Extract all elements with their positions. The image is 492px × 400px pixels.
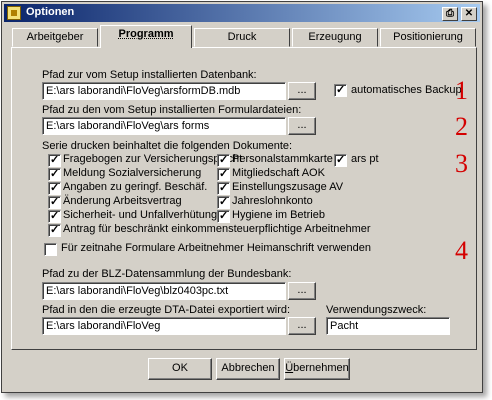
forms-browse-button[interactable]: ... (288, 117, 316, 135)
window-title: Optionen (26, 6, 75, 18)
doc-fragebogen-label: Fragebogen zur Versicherungspflicht (63, 153, 243, 165)
doc-hygiene-label: Hygiene im Betrieb (232, 209, 325, 221)
doc-antrag-label: Antrag für beschränkt einkommensteuerpfl… (63, 223, 371, 235)
annotation-3: 3 (455, 149, 468, 178)
doc-hygiene-checkbox[interactable] (217, 209, 230, 223)
blz-path-label: Pfad zu der BLZ-Datensammlung der Bundes… (42, 268, 292, 280)
doc-aenderung-label: Änderung Arbeitsvertrag (63, 195, 182, 207)
auto-backup-label: automatisches Backup (351, 84, 462, 96)
apply-accelerator: Ü (285, 362, 294, 374)
apply-label: bernehmen (293, 362, 349, 374)
doc-ars-pt-checkbox[interactable] (334, 153, 347, 167)
database-path-label: Pfad zur vom Setup installierten Datenba… (42, 69, 257, 81)
tab-programm[interactable]: Programm (100, 25, 192, 48)
heimanschrift-checkbox[interactable] (44, 243, 57, 256)
ok-button[interactable]: OK (148, 358, 212, 380)
title-bar[interactable]: Optionen ⎙ ✕ (4, 4, 480, 22)
doc-einstellungszusage-label: Einstellungszusage AV (232, 181, 344, 193)
options-dialog: Optionen ⎙ ✕ Arbeitgeber Programm Druck … (1, 1, 483, 393)
documents-label: Serie drucken beinhaltet die folgenden D… (42, 140, 293, 152)
doc-sicherheit-label: Sicherheit- und Unfallverhütung (63, 209, 218, 221)
cancel-button[interactable]: Abbrechen (216, 358, 280, 380)
doc-fragebogen-checkbox[interactable] (48, 153, 61, 167)
tab-positionierung[interactable]: Positionierung (380, 28, 476, 47)
dta-path-field[interactable]: E:\ars laborandi\FloVeg (42, 317, 286, 335)
database-browse-button[interactable]: ... (288, 82, 316, 100)
doc-ars-pt-label: ars pt (351, 153, 379, 165)
apply-button[interactable]: Übernehmen (284, 358, 350, 380)
doc-angaben-checkbox[interactable] (48, 181, 61, 195)
purpose-label: Verwendungszweck: (326, 304, 427, 316)
doc-sicherheit-checkbox[interactable] (48, 209, 61, 223)
doc-jahreslohnkonto-label: Jahreslohnkonto (232, 195, 313, 207)
blz-browse-button[interactable]: ... (288, 282, 316, 300)
dta-browse-button[interactable]: ... (288, 317, 316, 335)
auto-backup-checkbox[interactable] (334, 83, 347, 97)
print-icon[interactable]: ⎙ (442, 7, 458, 21)
doc-einstellungszusage-checkbox[interactable] (217, 181, 230, 195)
tab-arbeitgeber[interactable]: Arbeitgeber (12, 28, 98, 47)
annotation-4: 4 (455, 236, 468, 265)
database-path-field[interactable]: E:\ars laborandi\FloVeg\arsformDB.mdb (42, 82, 286, 100)
doc-antrag-checkbox[interactable] (48, 223, 61, 237)
tab-erzeugung[interactable]: Erzeugung (292, 28, 378, 47)
blz-path-field[interactable]: E:\ars laborandi\FloVeg\blz0403pc.txt (42, 282, 286, 300)
annotation-2: 2 (455, 112, 468, 141)
doc-personalstammkarte-checkbox[interactable] (217, 153, 230, 167)
doc-meldung-label: Meldung Sozialversicherung (63, 167, 202, 179)
doc-angaben-label: Angaben zu geringf. Beschäf. (63, 181, 208, 193)
doc-meldung-checkbox[interactable] (48, 167, 61, 181)
doc-aenderung-checkbox[interactable] (48, 195, 61, 209)
app-icon (7, 6, 21, 20)
close-icon[interactable]: ✕ (461, 7, 477, 21)
doc-jahreslohnkonto-checkbox[interactable] (217, 195, 230, 209)
tab-druck[interactable]: Druck (194, 28, 290, 47)
doc-aok-checkbox[interactable] (217, 167, 230, 181)
doc-personalstammkarte-label: Personalstammkarte (232, 153, 333, 165)
annotation-1: 1 (455, 76, 468, 105)
doc-aok-label: Mitgliedschaft AOK (232, 167, 325, 179)
dta-path-label: Pfad in den die erzeugte DTA-Datei expor… (42, 304, 291, 316)
heimanschrift-label: Für zeitnahe Formulare Arbeitnehmer Heim… (61, 242, 371, 254)
forms-path-field[interactable]: E:\ars laborandi\FloVeg\ars forms (42, 117, 286, 135)
purpose-field[interactable]: Pacht (326, 317, 450, 335)
forms-path-label: Pfad zu den vom Setup installierten Form… (42, 104, 302, 116)
